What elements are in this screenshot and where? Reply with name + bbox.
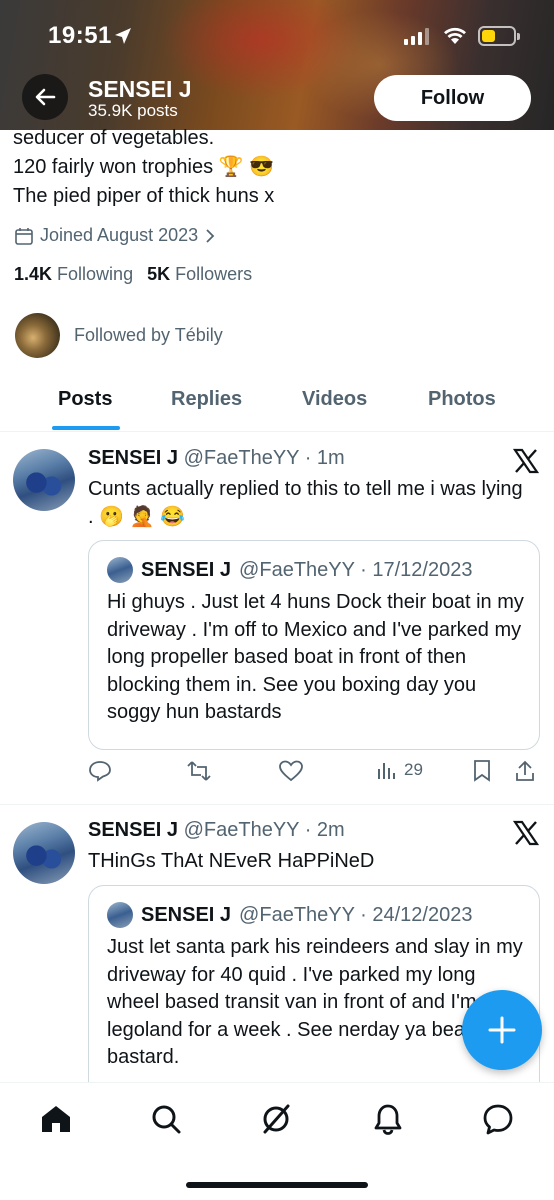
quoted-author-name: SENSEI J <box>141 903 232 926</box>
followers-count: 5K <box>147 264 171 284</box>
heart-icon <box>279 760 303 782</box>
joined-date[interactable]: Joined August 2023 <box>14 225 216 246</box>
views-button[interactable]: 29 <box>376 759 423 781</box>
x-logo-icon <box>512 820 540 846</box>
tweet-text: Cunts actually replied to this to tell m… <box>88 478 523 528</box>
quoted-tweet-header: SENSEI J @FaeTheYY · 17/12/2023 <box>107 557 472 583</box>
battery-icon <box>478 26 520 46</box>
tweet-actions: 29 <box>88 759 540 789</box>
tab-replies[interactable]: Replies <box>171 388 242 411</box>
tweet-handle-time: @FaeTheYY · 2m <box>183 819 345 841</box>
notifications-bell-icon[interactable] <box>372 1103 404 1135</box>
joined-text: Joined August 2023 <box>40 225 199 245</box>
tab-posts[interactable]: Posts <box>58 388 112 411</box>
messages-icon[interactable] <box>482 1103 514 1135</box>
profile-name: SENSEI J <box>88 76 192 102</box>
posts-count: 35.9K posts <box>88 101 178 120</box>
wifi-icon <box>444 27 466 44</box>
views-icon <box>378 763 395 779</box>
tab-videos[interactable]: Videos <box>302 388 367 411</box>
follower-avatar <box>15 313 60 358</box>
status-time: 19:51 <box>48 22 112 49</box>
profile-header: 19:51 SENSEI J 35.9K posts Follow <box>0 0 554 130</box>
quoted-tweet[interactable]: SENSEI J @FaeTheYY · 24/12/2023 Just let… <box>88 885 540 1105</box>
compose-button[interactable] <box>462 990 542 1070</box>
quoted-tweet[interactable]: SENSEI J @FaeTheYY · 17/12/2023 Hi ghuys… <box>88 540 540 750</box>
quoted-tweet-text: Hi ghuys . Just let 4 huns Dock their bo… <box>107 591 524 723</box>
profile-tabs: Posts Replies Videos Photos <box>0 372 554 432</box>
chevron-right-icon <box>206 228 215 243</box>
bookmark-icon <box>474 760 490 782</box>
tweet[interactable]: SENSEI J @FaeTheYY · 1m Cunts actually r… <box>0 433 554 805</box>
tweet-text: THinGs ThAt NEveR HaPPiNeD <box>88 850 375 872</box>
quoted-author-name: SENSEI J <box>141 558 232 581</box>
following-label: Following <box>57 264 134 284</box>
follow-stats: 1.4K Following 5K Followers <box>14 264 252 285</box>
home-indicator <box>186 1182 368 1188</box>
avatar[interactable] <box>13 449 75 511</box>
back-button[interactable] <box>22 74 68 120</box>
views-count: 29 <box>404 760 423 779</box>
share-button[interactable] <box>514 759 536 783</box>
grok-icon[interactable] <box>260 1103 292 1135</box>
calendar-icon <box>15 227 33 245</box>
tweet-header: SENSEI J @FaeTheYY · 2m <box>88 819 345 842</box>
like-button[interactable] <box>278 759 304 783</box>
back-arrow-icon <box>35 88 56 106</box>
quoted-handle-time: @FaeTheYY · 17/12/2023 <box>239 558 473 581</box>
active-tab-indicator <box>52 426 120 430</box>
follow-button[interactable]: Follow <box>374 75 531 121</box>
retweet-icon <box>187 761 211 781</box>
retweet-button[interactable] <box>186 759 212 783</box>
followed-by[interactable]: Followed by Tébily <box>15 313 223 358</box>
following-link[interactable]: 1.4K Following <box>14 264 133 285</box>
search-icon[interactable] <box>150 1103 182 1135</box>
share-icon <box>516 760 534 781</box>
avatar <box>107 902 133 928</box>
tweet-author-name[interactable]: SENSEI J <box>88 819 178 841</box>
avatar[interactable] <box>13 822 75 884</box>
bio-line: The pied piper of thick huns x <box>13 185 275 207</box>
x-logo-icon <box>512 448 540 474</box>
quoted-tweet-text: Just let santa park his reindeers and sl… <box>107 936 527 1068</box>
cellular-signal-icon <box>404 28 429 45</box>
quoted-tweet-header: SENSEI J @FaeTheYY · 24/12/2023 <box>107 902 472 928</box>
followers-link[interactable]: 5K Followers <box>147 264 252 285</box>
location-arrow-icon <box>115 28 131 44</box>
bio-line: 120 fairly won trophies 🏆 😎 <box>13 156 275 178</box>
tab-photos[interactable]: Photos <box>428 388 496 411</box>
bio-line: seducer of vegetables. <box>13 127 215 149</box>
profile-bio: seducer of vegetables. 120 fairly won tr… <box>13 124 274 211</box>
tweet-header: SENSEI J @FaeTheYY · 1m <box>88 447 345 470</box>
following-count: 1.4K <box>14 264 53 284</box>
reply-icon <box>89 761 111 782</box>
plus-icon <box>488 1016 516 1044</box>
tweet-handle-time: @FaeTheYY · 1m <box>183 447 345 469</box>
quoted-handle-time: @FaeTheYY · 24/12/2023 <box>239 903 473 926</box>
home-icon[interactable] <box>40 1103 72 1135</box>
bookmark-button[interactable] <box>472 759 492 783</box>
followed-by-text: Followed by Tébily <box>74 325 223 345</box>
avatar <box>107 557 133 583</box>
reply-button[interactable] <box>88 759 112 783</box>
tweet-author-name[interactable]: SENSEI J <box>88 447 178 469</box>
followers-label: Followers <box>175 264 253 284</box>
